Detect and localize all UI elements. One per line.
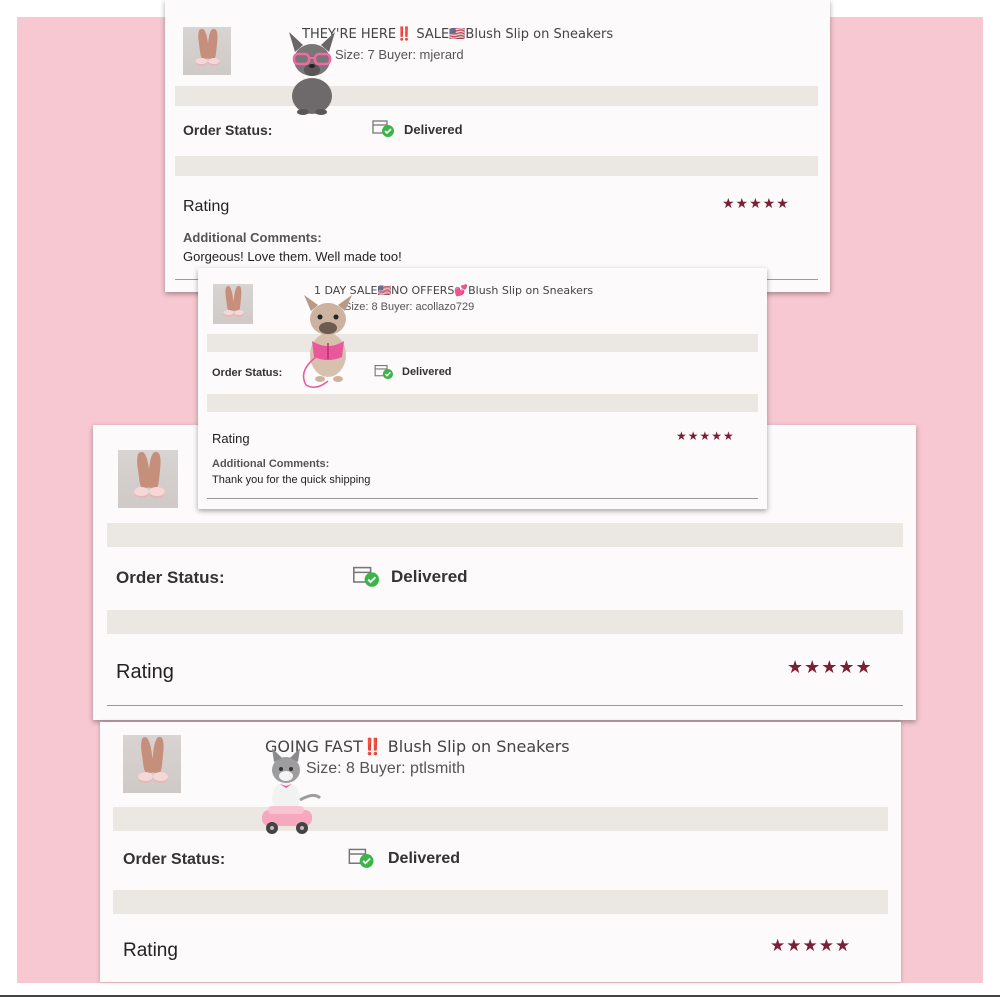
pink-glasses-bulldog-sticker <box>289 32 335 115</box>
divider-band <box>207 394 758 412</box>
product-thumbnail[interactable] <box>123 735 181 793</box>
divider-band <box>113 807 888 831</box>
divider-line <box>107 705 903 706</box>
additional-comments-label: Additional Comments: <box>212 458 330 470</box>
order-card-4: GOING FAST‼️ Blush Slip on Sneakers Size… <box>100 722 901 982</box>
kitten-pink-car-sticker <box>262 748 322 834</box>
order-status-label: Order Status: <box>116 568 225 587</box>
delivered-status: Delivered <box>402 366 452 378</box>
bottom-divider <box>0 995 1000 997</box>
order-status-label: Order Status: <box>212 367 283 379</box>
size-buyer-text: Size: 7 Buyer: mjerard <box>335 47 464 62</box>
size-buyer-text: Size: 8 Buyer: acollazo729 <box>344 301 475 313</box>
divider-band <box>175 156 818 176</box>
delivered-status: Delivered <box>388 850 461 867</box>
rating-label: Rating <box>123 940 178 961</box>
delivered-box-icon <box>353 566 379 587</box>
product-thumbnail[interactable] <box>183 27 231 75</box>
additional-comments-text: Thank you for the quick shipping <box>212 474 371 486</box>
product-thumbnail[interactable] <box>118 450 178 508</box>
product-thumbnail[interactable] <box>213 284 253 324</box>
delivered-box-icon <box>348 848 374 868</box>
order-card-1: THEY'RE HERE‼️ SALE🇺🇸Blush Slip on Sneak… <box>165 0 830 292</box>
delivered-status: Delivered <box>404 122 463 137</box>
pink-harness-bulldog-sticker <box>302 295 352 388</box>
divider-band <box>107 610 903 634</box>
order-status-label: Order Status: <box>183 122 273 138</box>
additional-comments-label: Additional Comments: <box>183 230 322 245</box>
delivered-box-icon <box>374 364 393 380</box>
rating-label: Rating <box>116 661 174 683</box>
size-buyer-text: Size: 8 Buyer: ptlsmith <box>306 760 466 777</box>
listing-title[interactable]: THEY'RE HERE‼️ SALE🇺🇸Blush Slip on Sneak… <box>302 27 613 42</box>
rating-stars: ★★★★★ <box>722 195 790 211</box>
delivered-status: Delivered <box>391 567 468 586</box>
divider-line <box>207 498 758 499</box>
order-card-2: 1 DAY SALE🇺🇸NO OFFERS💕Blush Slip on Snea… <box>198 268 767 509</box>
divider-band <box>175 86 818 106</box>
delivered-box-icon <box>372 120 394 137</box>
additional-comments-text: Gorgeous! Love them. Well made too! <box>183 249 402 264</box>
rating-label: Rating <box>212 431 250 446</box>
divider-band <box>207 334 758 352</box>
rating-stars: ★★★★★ <box>787 657 873 677</box>
divider-band <box>107 523 903 547</box>
rating-stars: ★★★★★ <box>676 429 735 443</box>
rating-label: Rating <box>183 198 230 215</box>
order-status-label: Order Status: <box>123 851 226 868</box>
divider-band <box>113 890 888 914</box>
rating-stars: ★★★★★ <box>770 936 852 955</box>
